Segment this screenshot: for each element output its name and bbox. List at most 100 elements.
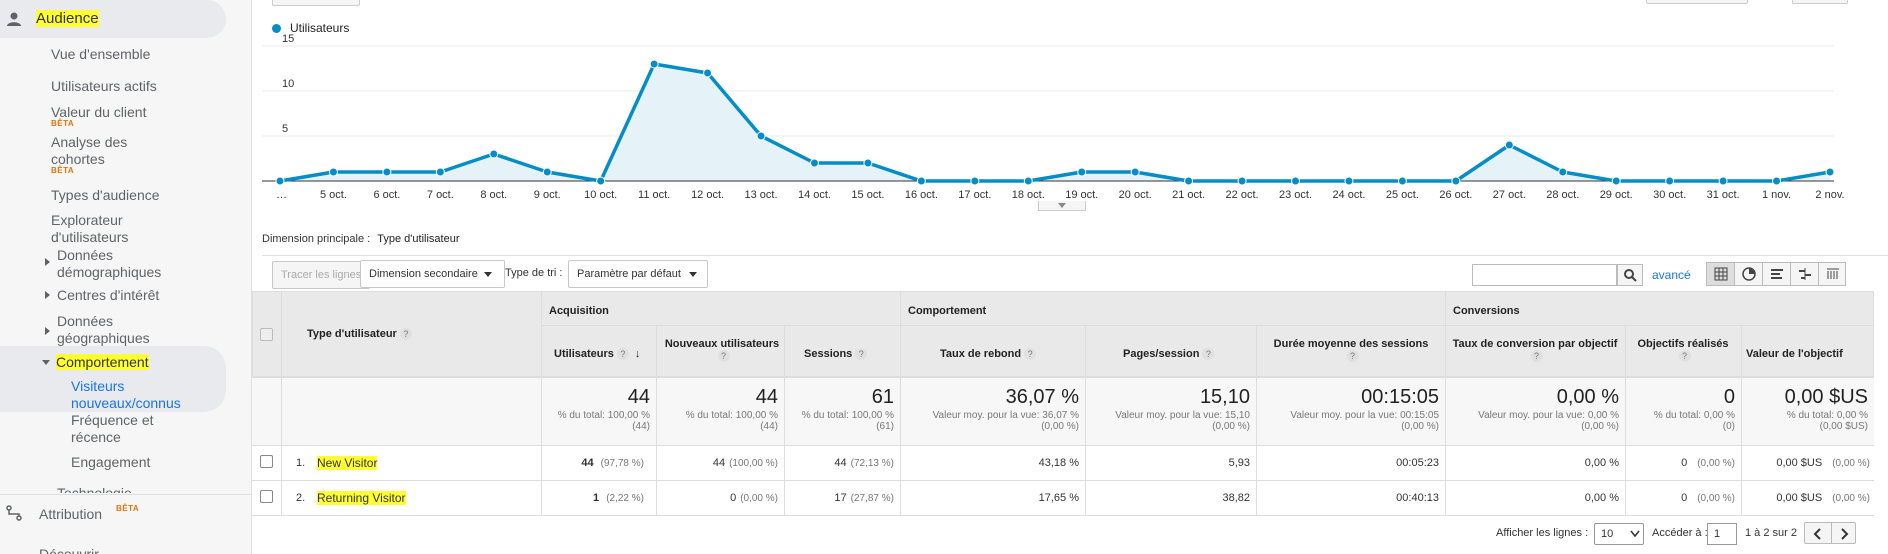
data-point[interactable] [1023,176,1033,186]
data-point[interactable] [596,176,606,186]
data-point[interactable] [1184,176,1194,186]
data-point[interactable] [1611,176,1621,186]
col-header-user-type[interactable]: Type d'utilisateur? [307,328,412,341]
x-tick-label: 29 oct. [1600,189,1633,201]
sort-type-select[interactable]: Paramètre par défaut [568,260,708,288]
data-point[interactable] [809,158,819,168]
prev-page-button[interactable] [1805,523,1831,543]
col-header-new-users[interactable]: Nouveaux utilisateurs? [664,338,780,363]
col-header-goals[interactable]: Objectifs réalisés? [1630,338,1736,363]
pager-buttons [1804,522,1856,544]
sidebar-item-overview[interactable]: Vue d'ensemble [51,46,150,63]
sidebar-item-technology[interactable]: Technologie [57,485,132,493]
chevron-down-icon [484,272,492,277]
sidebar-item-user-explorer[interactable]: Explorateur d'utilisateurs [51,212,161,246]
data-point[interactable] [542,167,552,177]
advanced-link[interactable]: avancé [1652,268,1691,282]
row-number: 2. [296,492,306,504]
data-point[interactable] [275,176,285,186]
next-page-button[interactable] [1831,523,1857,543]
sort-type-label: Type de tri : [505,267,563,279]
row-checkbox[interactable] [260,490,273,503]
data-point[interactable] [703,68,713,78]
cell-goal-value: 0,00 $US (0,00 %) [1776,457,1870,469]
data-point[interactable] [1344,176,1354,186]
data-point[interactable] [863,158,873,168]
data-point[interactable] [435,167,445,177]
caret-right-icon [45,327,50,335]
x-tick-label: 13 oct. [745,189,778,201]
caret-right-icon [45,258,50,266]
cell-sessions: 17 (27,87 %) [834,492,894,504]
col-header-avg-duration[interactable]: Durée moyenne des sessions? [1262,338,1440,363]
data-point[interactable] [1130,167,1140,177]
cell-pages-session: 38,82 [1222,492,1250,504]
row-checkbox[interactable] [260,455,273,468]
select-all-checkbox[interactable] [260,328,273,341]
data-point[interactable] [1558,167,1568,177]
sidebar-discover[interactable]: Découvrir [39,546,99,554]
series-area [280,64,1830,181]
sidebar-item-audience-types[interactable]: Types d'audience [51,187,160,204]
plot-rows-button[interactable]: Tracer les lignes [272,261,371,289]
data-point[interactable] [1718,176,1728,186]
sidebar-item-behavior[interactable]: Comportement [56,354,149,371]
pivot-icon [1827,268,1839,279]
data-point[interactable] [328,167,338,177]
col-header-pages-session[interactable]: Pages/session? [1123,348,1215,361]
table-view-button[interactable] [1707,263,1735,285]
data-point[interactable] [1665,176,1675,186]
x-tick-label: 27 oct. [1493,189,1526,201]
data-point[interactable] [1077,167,1087,177]
total-sub: Valeur moy. pour la vue: 00:15:05 (0,00 %… [1290,410,1439,432]
sidebar-attribution[interactable]: Attribution [39,506,102,523]
data-point[interactable] [1397,176,1407,186]
sidebar-item-cohort[interactable]: Analyse des cohortes [51,134,161,168]
col-header-bounce-rate[interactable]: Taux de rebond? [940,348,1037,361]
pivot-view-button[interactable] [1819,263,1847,285]
data-point[interactable] [1504,140,1514,150]
sidebar-item-new-vs-returning[interactable]: Visiteurs nouveaux/connus [71,378,201,412]
sidebar-audience[interactable]: Audience [36,10,99,27]
total-value: 44 [755,386,778,408]
sidebar-item-active-users[interactable]: Utilisateurs actifs [51,78,157,95]
pie-view-button[interactable] [1735,263,1763,285]
data-point[interactable] [1237,176,1247,186]
sidebar-item-frequency[interactable]: Fréquence et récence [71,412,181,446]
col-header-users[interactable]: Utilisateurs? ↓ [554,348,640,361]
y-tick-label: 10 [282,78,294,90]
data-point[interactable] [1772,176,1782,186]
divider [262,255,1888,256]
data-point[interactable] [649,59,659,69]
col-header-sessions[interactable]: Sessions? [804,348,868,361]
total-sub: % du total: 100,00 % (61) [801,410,894,432]
data-point[interactable] [489,149,499,159]
x-tick-label: 23 oct. [1279,189,1312,201]
data-point[interactable] [1825,167,1835,177]
data-point[interactable] [756,131,766,141]
row-link-returning-visitor[interactable]: Returning Visitor [317,491,406,505]
data-point[interactable] [1451,176,1461,186]
bar-view-button[interactable] [1763,263,1791,285]
col-header-conversion-rate[interactable]: Taux de conversion par objectif? [1450,338,1620,363]
data-point[interactable] [382,167,392,177]
sidebar-item-geo[interactable]: Données géographiques [57,313,167,347]
beta-badge: BÊTA [116,504,140,513]
primary-dimension-value[interactable]: Type d'utilisateur [377,233,459,245]
sidebar-item-demographics[interactable]: Données démographiques [57,247,187,281]
col-header-goal-value[interactable]: Valeur de l'objectif [1746,348,1843,360]
sidebar-item-interests[interactable]: Centres d'intérêt [57,287,159,304]
row-link-new-visitor[interactable]: New Visitor [317,456,378,470]
search-button[interactable] [1617,264,1643,286]
chevron-down-icon [689,272,697,277]
cell-bounce-rate: 43,18 % [1038,457,1079,469]
show-rows-label: Afficher les lignes : [1496,527,1589,539]
table-search-input[interactable] [1472,264,1617,286]
data-point[interactable] [970,176,980,186]
comparison-view-button[interactable] [1791,263,1819,285]
data-point[interactable] [916,176,926,186]
data-point[interactable] [1291,176,1301,186]
goto-input[interactable]: 1 [1707,523,1737,545]
sidebar-item-engagement[interactable]: Engagement [71,454,150,471]
x-tick-label: 30 oct. [1653,189,1686,201]
